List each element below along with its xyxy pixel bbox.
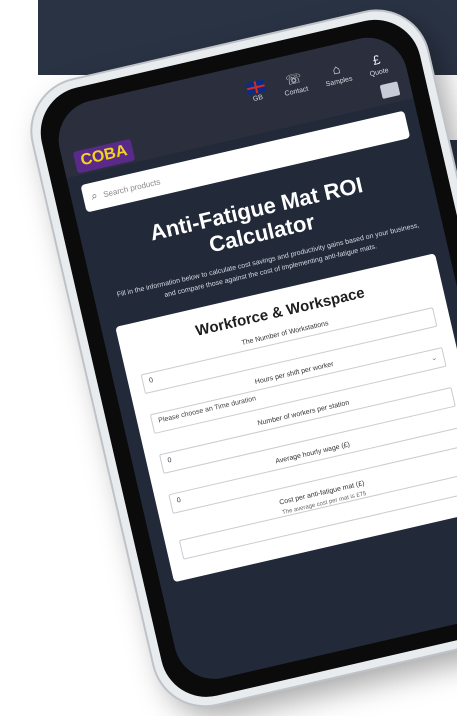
- header-item-contact[interactable]: ☏ Contact: [280, 70, 309, 98]
- search-icon: ⌕: [89, 189, 99, 203]
- pound-icon: £: [371, 51, 382, 69]
- samples-label: Samples: [325, 75, 354, 89]
- calculator-page: Anti-Fatigue Mat ROI Calculator Fill in …: [75, 135, 457, 585]
- wage-value: 0: [176, 496, 182, 505]
- header-item-quote[interactable]: £ Quote: [366, 51, 390, 79]
- workers-value: 0: [166, 456, 173, 465]
- menu-icon[interactable]: [379, 81, 401, 100]
- search-input[interactable]: Search products: [102, 177, 161, 199]
- chevron-down-icon: ⌄: [429, 352, 439, 363]
- basket-icon: ⌂: [330, 61, 342, 78]
- workstations-value: 0: [148, 376, 154, 385]
- coba-logo[interactable]: COBA: [72, 138, 136, 174]
- phone-mockup: GB ☏ Contact ⌂ Samples £ Quote COBA ⌕ Se…: [22, 1, 457, 716]
- header-item-region[interactable]: GB: [245, 79, 268, 105]
- workforce-card: Workforce & Workspace The Number of Work…: [115, 253, 457, 583]
- phone-icon: ☏: [284, 69, 304, 89]
- phone-bezel: GB ☏ Contact ⌂ Samples £ Quote COBA ⌕ Se…: [31, 10, 457, 707]
- quote-label: Quote: [369, 67, 390, 79]
- region-label: GB: [252, 94, 264, 104]
- header-item-samples[interactable]: ⌂ Samples: [322, 60, 354, 89]
- phone-screen: GB ☏ Contact ⌂ Samples £ Quote COBA ⌕ Se…: [50, 29, 457, 687]
